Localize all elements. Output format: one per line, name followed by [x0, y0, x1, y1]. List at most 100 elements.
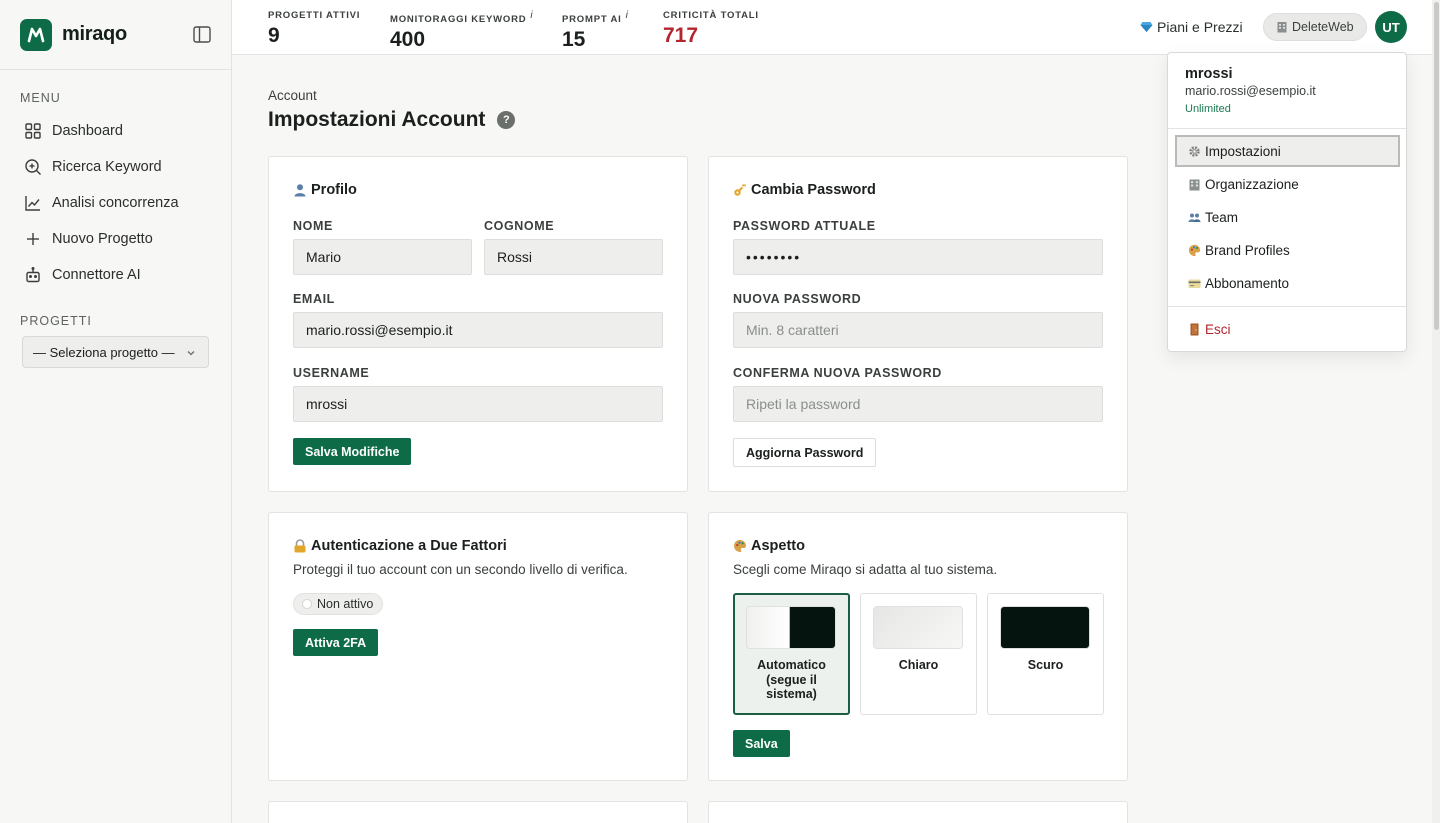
projects-section-label: PROGETTI: [20, 314, 92, 328]
theme-option-dark[interactable]: Scuro: [987, 593, 1104, 715]
last-name-label: COGNOME: [484, 219, 555, 233]
update-password-button[interactable]: Aggiorna Password: [733, 438, 877, 467]
search-plus-icon: [24, 158, 42, 176]
new-password-field[interactable]: Min. 8 caratteri: [733, 312, 1103, 348]
card-title: Cambia Password: [733, 182, 876, 198]
stat-value: 400: [390, 28, 426, 52]
main-nav: Dashboard Ricerca Keyword Analisi concor…: [0, 113, 231, 293]
brand-name: miraqo: [62, 23, 127, 45]
plans-label: Piani e Prezzi: [1157, 19, 1243, 35]
stat-label: CRITICITÀ TOTALI: [663, 10, 759, 21]
line-chart-icon: [24, 194, 42, 212]
current-password-label: PASSWORD ATTUALE: [733, 219, 876, 233]
top-bar: PROGETTI ATTIVI 9 MONITORAGGI KEYWORD i 4…: [232, 0, 1440, 55]
save-profile-button[interactable]: Salva Modifiche: [293, 438, 412, 465]
confirm-password-field[interactable]: Ripeti la password: [733, 386, 1103, 422]
page-scrollbar[interactable]: [1432, 0, 1440, 823]
organization-switcher[interactable]: DeleteWeb: [1263, 13, 1367, 41]
stat-value: 15: [562, 28, 586, 52]
nav-label: Analisi concorrenza: [52, 195, 179, 211]
card-title: Aspetto: [733, 538, 805, 554]
nav-item-competition[interactable]: Analisi concorrenza: [0, 185, 231, 221]
profile-card: Profilo NOME Mario COGNOME Rossi EMAIL m…: [268, 156, 688, 492]
scrollbar-thumb[interactable]: [1434, 2, 1439, 330]
plans-pricing-link[interactable]: Piani e Prezzi: [1140, 19, 1243, 35]
last-name-field[interactable]: Rossi: [484, 239, 663, 275]
card-title-text: Aspetto: [751, 538, 805, 554]
chevron-down-icon: [186, 346, 196, 361]
appearance-description: Scegli come Miraqo si adatta al tuo sist…: [733, 562, 998, 577]
menu-item-label: Team: [1205, 209, 1239, 225]
theme-preview-light: [873, 606, 963, 649]
stat-value: 717: [663, 24, 699, 47]
nav-label: Ricerca Keyword: [52, 159, 162, 175]
page-title: Impostazioni Account: [268, 108, 486, 131]
menu-item-brand-profiles[interactable]: Brand Profiles: [1175, 234, 1400, 266]
menu-item-organization[interactable]: Organizzazione: [1175, 168, 1400, 200]
username-label: USERNAME: [293, 366, 370, 380]
nav-item-new-project[interactable]: Nuovo Progetto: [0, 221, 231, 257]
lock-icon: [293, 539, 307, 553]
info-icon[interactable]: i: [530, 10, 533, 21]
door-icon: [1188, 323, 1201, 336]
palette-icon: [1188, 244, 1201, 257]
info-icon[interactable]: i: [626, 10, 629, 21]
current-password-field[interactable]: ••••••••: [733, 239, 1103, 275]
credit-card-icon: [1188, 277, 1201, 290]
user-menu-plan: Unlimited: [1185, 103, 1231, 115]
help-icon[interactable]: ?: [497, 111, 516, 129]
stat-keyword-monitoring: MONITORAGGI KEYWORD i 400: [390, 10, 533, 52]
menu-item-label: Brand Profiles: [1205, 242, 1290, 258]
stat-label: PROGETTI ATTIVI: [268, 10, 361, 21]
menu-item-team[interactable]: Team: [1175, 201, 1400, 233]
nav-label: Nuovo Progetto: [52, 231, 153, 247]
first-name-field[interactable]: Mario: [293, 239, 472, 275]
new-password-label: NUOVA PASSWORD: [733, 292, 862, 306]
plus-icon: [24, 230, 42, 248]
user-icon: [293, 183, 307, 197]
menu-item-label: Impostazioni: [1205, 143, 1281, 159]
email-field[interactable]: mario.rossi@esempio.it: [293, 312, 663, 348]
email-label: EMAIL: [293, 292, 335, 306]
nav-item-dashboard[interactable]: Dashboard: [0, 113, 231, 149]
theme-label: Scuro: [1027, 658, 1064, 672]
people-icon: [1188, 211, 1201, 224]
nav-item-keyword-research[interactable]: Ricerca Keyword: [0, 149, 231, 185]
status-text: Non attivo: [317, 597, 374, 611]
breadcrumb[interactable]: Account: [268, 88, 317, 103]
activate-2fa-button[interactable]: Attiva 2FA: [293, 629, 379, 656]
divider: [1168, 306, 1406, 307]
menu-item-subscription[interactable]: Abbonamento: [1175, 267, 1400, 299]
robot-icon: [24, 266, 42, 284]
settings-card: [708, 801, 1128, 823]
theme-option-light[interactable]: Chiaro: [860, 593, 977, 715]
menu-section-label: MENU: [20, 91, 61, 105]
save-appearance-button[interactable]: Salva: [733, 730, 790, 757]
theme-option-auto[interactable]: Automatico (segue il sistema): [733, 593, 850, 715]
project-select[interactable]: — Seleziona progetto —: [22, 336, 209, 368]
two-factor-description: Proteggi il tuo account con un secondo l…: [293, 562, 628, 577]
nav-item-ai-connector[interactable]: Connettore AI: [0, 257, 231, 293]
stat-value: 9: [268, 24, 280, 47]
stat-ai-prompts: PROMPT AI i 15: [562, 10, 629, 52]
menu-item-label: Organizzazione: [1205, 176, 1299, 192]
sidebar: miraqo MENU Dashboard Ricerca Keyword An…: [0, 0, 232, 823]
theme-label: Automatico (segue il sistema): [757, 658, 826, 701]
username-field[interactable]: mrossi: [293, 386, 663, 422]
sidebar-toggle-icon[interactable]: [193, 26, 211, 43]
confirm-password-label: CONFERMA NUOVA PASSWORD: [733, 366, 942, 380]
building-icon: [1188, 178, 1201, 191]
status-badge: Non attivo: [293, 593, 384, 615]
theme-preview-auto: [746, 606, 836, 649]
logo-icon[interactable]: [20, 18, 52, 51]
stat-label: MONITORAGGI KEYWORD: [390, 14, 527, 26]
menu-item-settings[interactable]: Impostazioni: [1175, 135, 1400, 167]
logout-button[interactable]: Esci: [1175, 313, 1400, 345]
nav-label: Connettore AI: [52, 267, 141, 283]
menu-item-label: Abbonamento: [1205, 275, 1290, 291]
divider: [1168, 128, 1406, 129]
nav-label: Dashboard: [52, 123, 123, 139]
user-menu-dropdown: mrossi mario.rossi@esempio.it Unlimited …: [1167, 52, 1407, 352]
avatar[interactable]: UT: [1375, 11, 1407, 43]
building-icon: [1276, 21, 1288, 33]
